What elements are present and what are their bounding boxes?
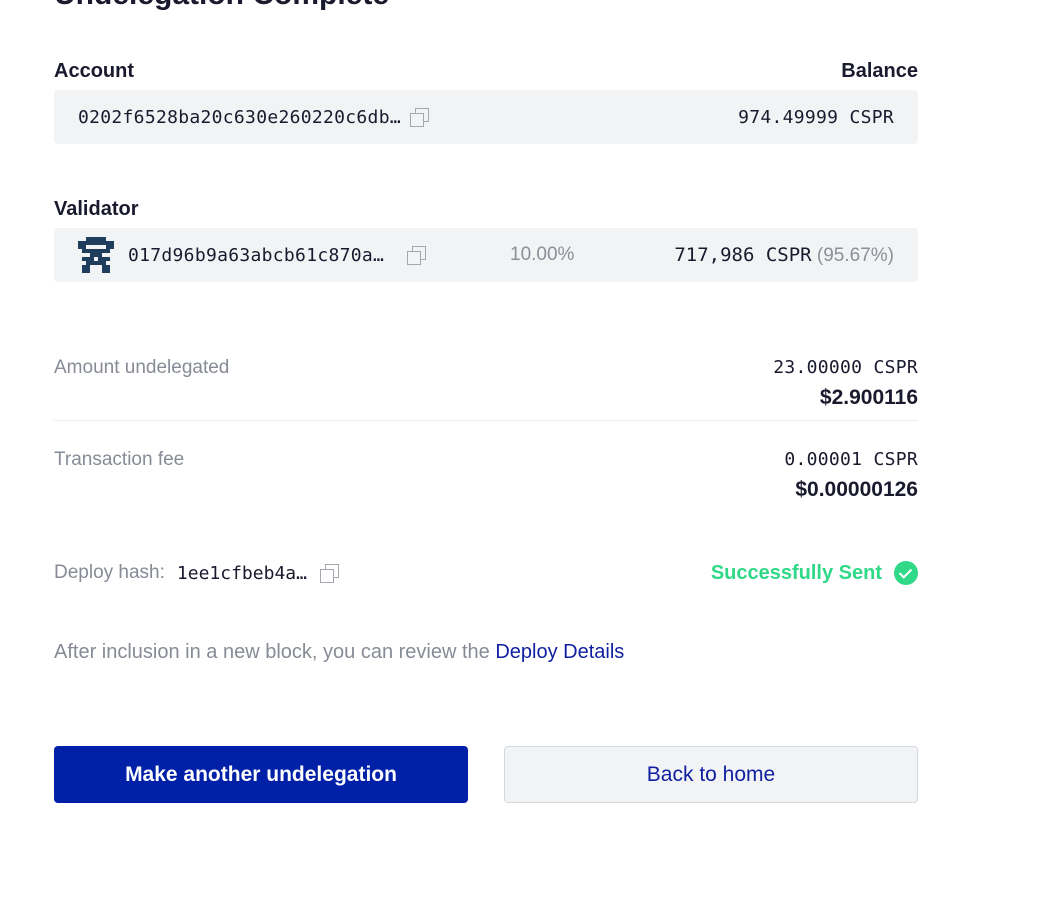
make-another-undelegation-button[interactable]: Make another undelegation xyxy=(54,746,468,803)
info-text: After inclusion in a new block, you can … xyxy=(54,641,624,664)
divider xyxy=(54,420,918,421)
info-prefix: After inclusion in a new block, you can … xyxy=(54,641,496,663)
deploy-hash-label: Deploy hash: xyxy=(54,562,165,583)
account-label: Account xyxy=(54,60,134,82)
copy-icon[interactable] xyxy=(319,563,339,583)
account-balance: 974.49999 CSPR xyxy=(738,106,894,128)
validator-stake: 717,986 CSPR (95.67%) xyxy=(674,244,894,267)
validator-label: Validator xyxy=(54,198,139,220)
validator-card: 017d96b9a63abcb61c870a… 10.00% 717,986 C… xyxy=(54,228,918,282)
status-badge: Successfully Sent xyxy=(711,561,918,585)
copy-icon[interactable] xyxy=(409,107,429,127)
status-text: Successfully Sent xyxy=(710,561,882,584)
fee-usd: $0.00000126 xyxy=(795,478,918,501)
check-circle-icon xyxy=(894,561,918,585)
validator-avatar xyxy=(78,237,114,273)
deploy-details-link[interactable]: Deploy Details xyxy=(495,641,624,663)
validator-commission: 10.00% xyxy=(510,244,575,265)
copy-icon[interactable] xyxy=(406,245,427,265)
amount-usd: $2.900116 xyxy=(819,386,918,409)
amount-label: Amount undelegated xyxy=(54,357,230,378)
fee-row: Transaction fee 0.00001 CSPR $0.00000126 xyxy=(54,449,918,502)
balance-label: Balance xyxy=(841,60,918,82)
validator-stake-amount: 717,986 CSPR xyxy=(674,243,812,266)
fee-cspr: 0.00001 CSPR xyxy=(784,449,918,470)
fee-label: Transaction fee xyxy=(54,449,185,470)
account-card: 0202f6528ba20c630e260220c6db… 974.49999 … xyxy=(54,90,918,144)
back-to-home-button[interactable]: Back to home xyxy=(504,746,918,803)
amount-cspr: 23.00000 CSPR xyxy=(773,357,918,378)
validator-hash: 017d96b9a63abcb61c870a… xyxy=(128,244,385,266)
amount-row: Amount undelegated 23.00000 CSPR $2.9001… xyxy=(54,357,918,410)
account-hash: 0202f6528ba20c630e260220c6db… xyxy=(78,106,401,128)
validator-stake-pct: (95.67%) xyxy=(816,244,894,266)
deploy-row: Deploy hash: 1ee1cfbeb4a… Successfully S… xyxy=(54,561,918,585)
deploy-hash: 1ee1cfbeb4a… xyxy=(176,562,307,584)
page-title: Undelegation Complete xyxy=(54,0,389,12)
